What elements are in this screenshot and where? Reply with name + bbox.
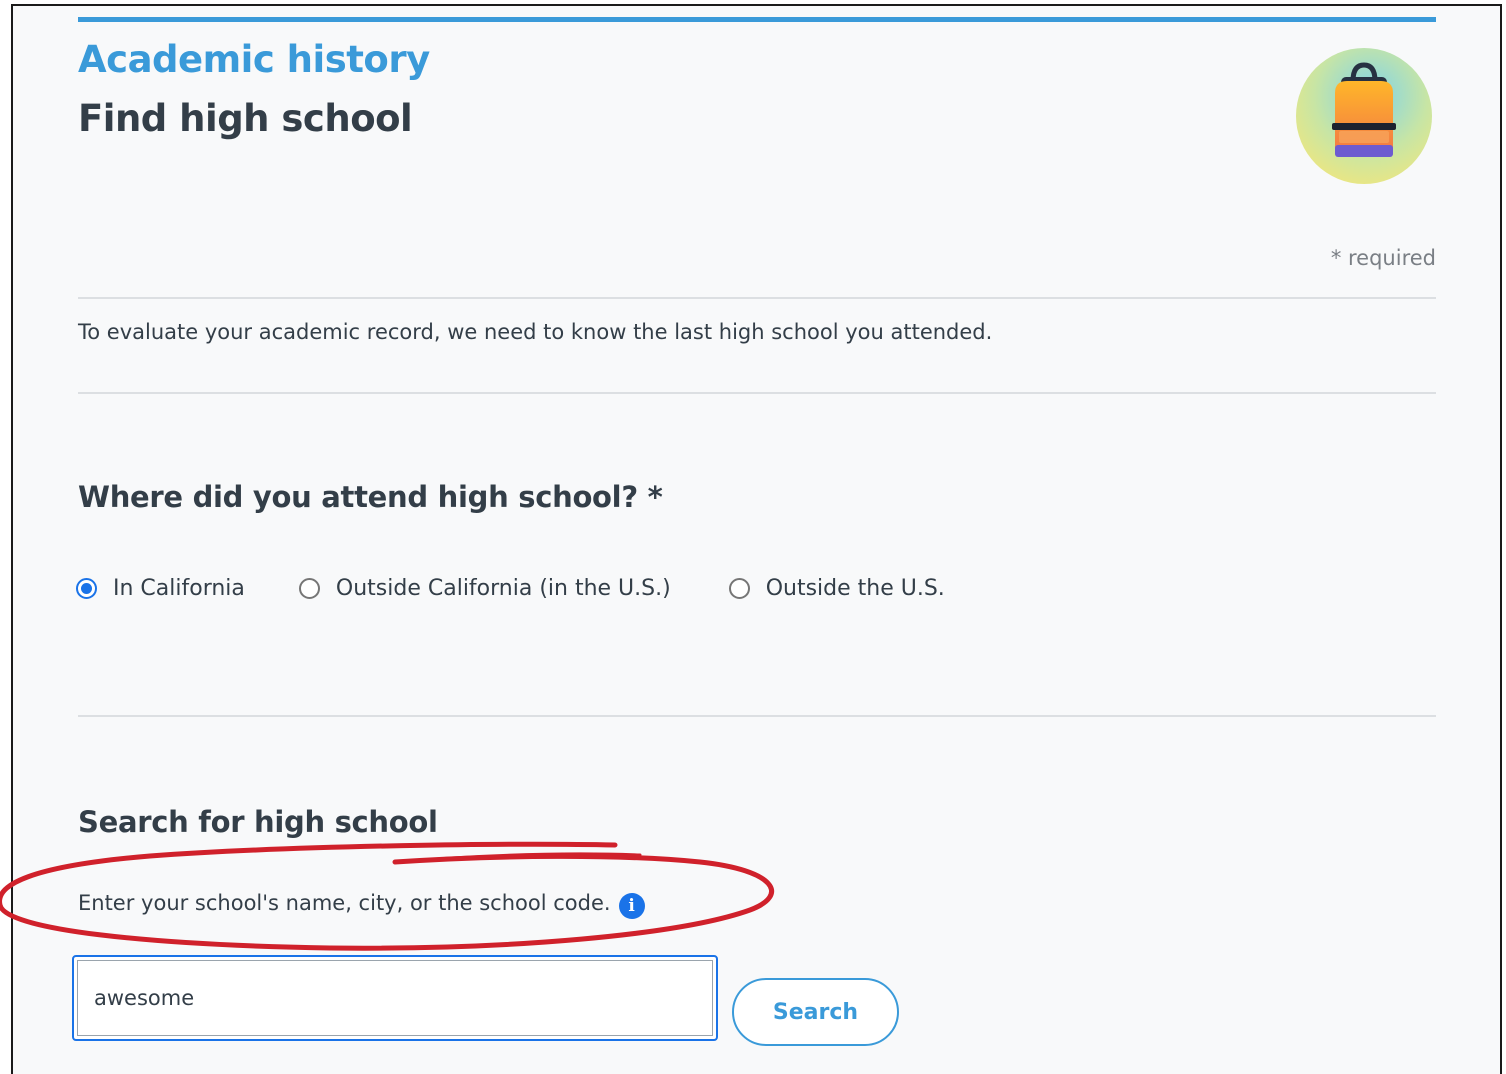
radio-label: Outside California (in the U.S.) bbox=[335, 576, 671, 601]
radio-label: In California bbox=[113, 576, 245, 601]
radio-button[interactable] bbox=[298, 578, 320, 599]
search-section-title: Search for high school bbox=[78, 805, 438, 839]
radio-in-california[interactable]: In California bbox=[76, 576, 245, 601]
intro-text: To evaluate your academic record, we nee… bbox=[78, 320, 993, 344]
radio-outside-us[interactable]: Outside the U.S. bbox=[728, 576, 945, 601]
radio-button-selected[interactable] bbox=[76, 578, 97, 599]
radio-label: Outside the U.S. bbox=[765, 576, 945, 601]
school-search-input[interactable] bbox=[72, 955, 718, 1041]
page-title: Find high school bbox=[78, 97, 413, 140]
search-hint-text: Enter your school's name, city, or the s… bbox=[78, 891, 611, 915]
divider bbox=[78, 392, 1436, 394]
search-hint: Enter your school's name, city, or the s… bbox=[78, 887, 645, 919]
divider bbox=[78, 715, 1436, 717]
backpack-icon bbox=[1296, 48, 1432, 184]
top-accent-bar bbox=[78, 17, 1436, 22]
radio-button[interactable] bbox=[728, 578, 750, 599]
section-title: Academic history bbox=[78, 38, 430, 81]
divider bbox=[78, 297, 1436, 299]
location-question-title: Where did you attend high school? * bbox=[78, 480, 663, 514]
radio-outside-california[interactable]: Outside California (in the U.S.) bbox=[298, 576, 671, 601]
required-note: * required bbox=[1330, 246, 1436, 270]
location-radio-group: In California Outside California (in the… bbox=[76, 576, 945, 601]
search-button[interactable]: Search bbox=[732, 978, 899, 1046]
info-icon[interactable]: i bbox=[618, 893, 645, 919]
